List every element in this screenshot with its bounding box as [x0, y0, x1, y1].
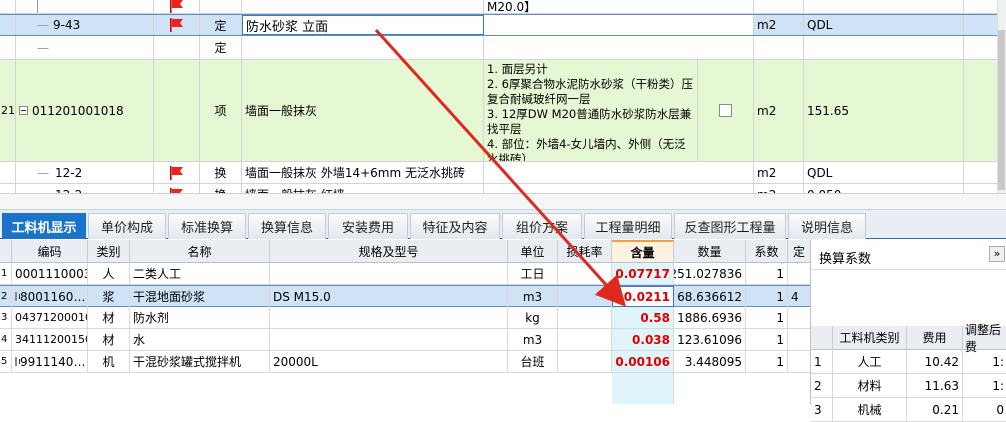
red-arrow — [374, 28, 627, 307]
annotation-arrow — [374, 28, 627, 307]
